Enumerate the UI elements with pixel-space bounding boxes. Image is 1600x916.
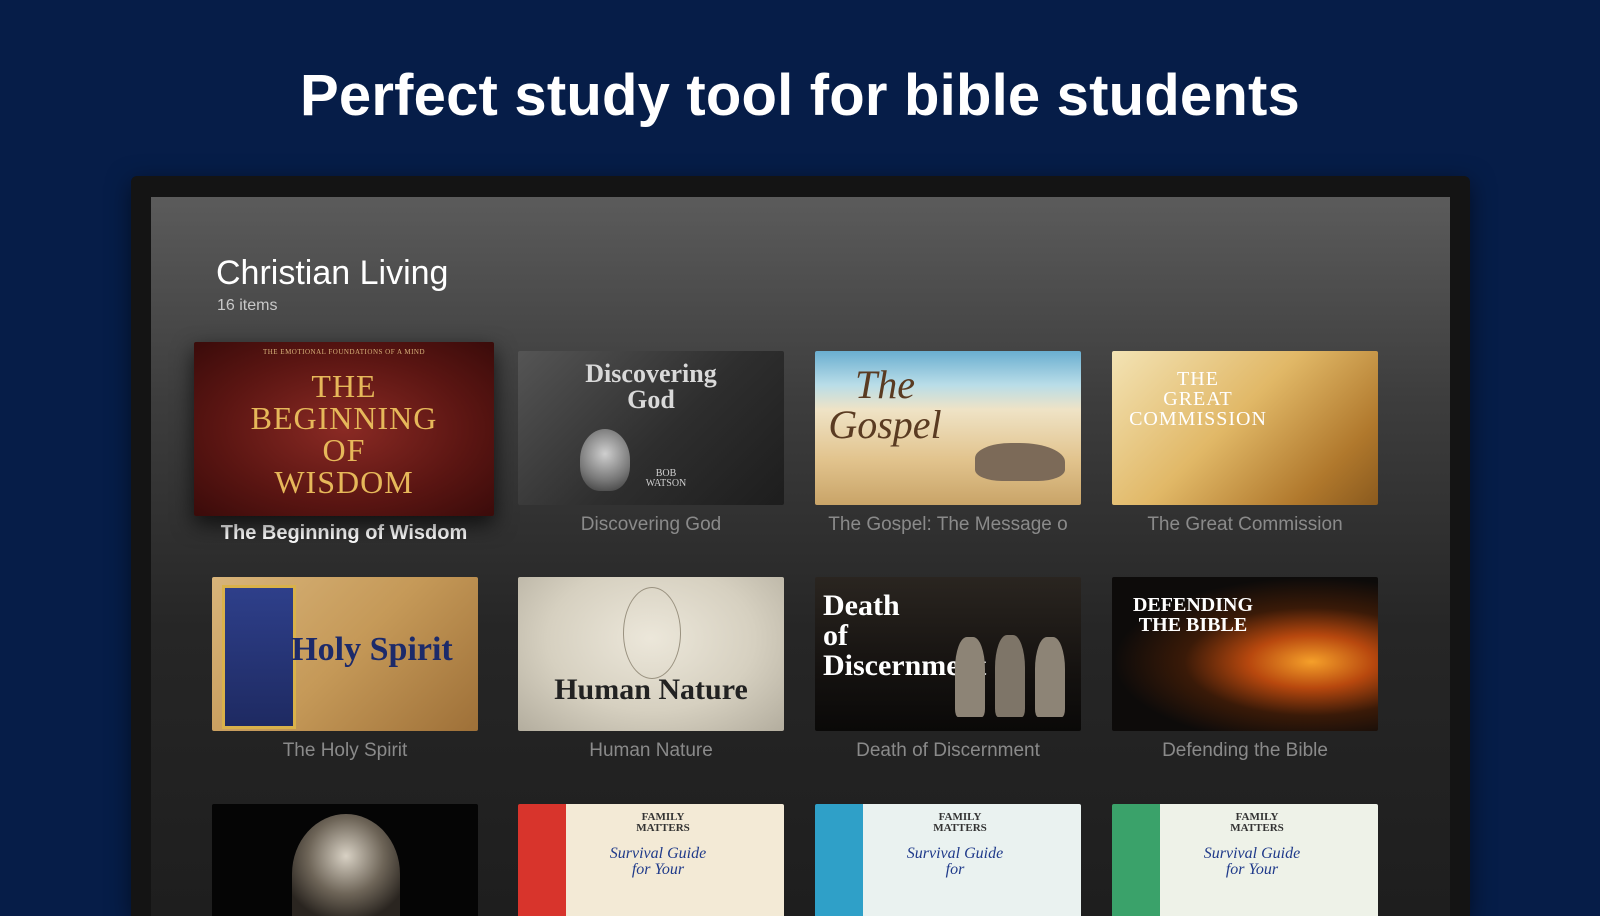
thumbnail-subtitle: Survival Guide for Your [609,845,707,878]
video-card-label: The Great Commission [1147,514,1343,535]
thumbnail-subtitle: BOB WATSON [645,468,687,489]
thumbnail-title: THE GREAT COMMISSION [1129,368,1267,430]
video-card-family-matters-3[interactable]: FAMILY MATTERS Survival Guide for Your [1112,804,1378,916]
video-card-great-commission[interactable]: THE GREAT COMMISSION The Great Commissio… [1112,351,1378,536]
figure-image [955,637,985,717]
video-thumbnail: Human Nature [518,577,784,731]
video-thumbnail: FAMILY MATTERS Survival Guide for Your [1112,804,1378,916]
video-card-label: The Holy Spirit [282,740,408,761]
video-thumbnail: THE GREAT COMMISSION [1112,351,1378,505]
video-card-holy-spirit[interactable]: Holy Spirit The Holy Spirit [212,577,478,762]
sandals-image [975,443,1065,481]
video-thumbnail: DEFENDING THE BIBLE [1112,577,1378,731]
video-thumbnail: THE EMOTIONAL FOUNDATIONS OF A MIND THE … [194,342,494,516]
video-card-label: Death of Discernment [856,740,1040,761]
thumbnail-title: The Gospel [828,362,942,447]
thumbnail-title: DEFENDING THE BIBLE [1132,594,1253,636]
tv-screen: Christian Living 16 items THE EMOTIONAL … [151,197,1450,916]
thumbnail-title: FAMILY MATTERS [933,811,987,834]
thumbnail-title: THE BEGINNING OF WISDOM [250,368,438,500]
video-card-family-matters-1[interactable]: FAMILY MATTERS Survival Guide for Your [518,804,784,916]
video-thumbnail: The Gospel [815,351,1081,505]
video-card-human-nature[interactable]: Human Nature Human Nature [518,577,784,762]
video-card-row3-1[interactable] [212,804,478,916]
figure-image [995,635,1025,717]
video-card-label: The Beginning of Wisdom [220,522,468,544]
video-thumbnail: Holy Spirit [212,577,478,731]
thumbnail-title: Holy Spirit [291,631,453,668]
thumbnail-title: FAMILY MATTERS [1230,811,1284,834]
thumbnail-title: Discovering God [585,359,717,414]
thumbnail-title: Death of Discernment [823,589,987,682]
icon-image [292,814,400,916]
video-card-label: The Gospel: The Message o [828,514,1068,535]
video-card-label: Discovering God [580,514,722,535]
video-thumbnail [212,804,478,916]
category-title: Christian Living [216,254,449,292]
video-thumbnail: Death of Discernment [815,577,1081,731]
figure-image [1035,637,1065,717]
video-card-the-gospel[interactable]: The Gospel The Gospel: The Message o [815,351,1081,536]
video-thumbnail: FAMILY MATTERS Survival Guide for Your [518,804,784,916]
video-card-death-of-discernment[interactable]: Death of Discernment Death of Discernmen… [815,577,1081,762]
portrait-image [580,429,630,491]
video-card-discovering-god[interactable]: Discovering God BOB WATSON Discovering G… [518,351,784,536]
thumbnail-subtitle: Survival Guide for [906,845,1004,878]
video-card-label: Defending the Bible [1162,740,1328,761]
thumbnail-title: Human Nature [554,673,748,706]
video-card-beginning-of-wisdom[interactable]: THE EMOTIONAL FOUNDATIONS OF A MIND THE … [194,342,494,545]
vitruvian-figure [623,587,681,679]
thumbnail-title: FAMILY MATTERS [636,811,690,834]
thumbnail-subtitle: THE EMOTIONAL FOUNDATIONS OF A MIND [262,348,426,356]
tv-frame: Christian Living 16 items THE EMOTIONAL … [131,176,1470,916]
category-item-count: 16 items [217,297,278,314]
video-thumbnail: Discovering God BOB WATSON [518,351,784,505]
video-thumbnail: FAMILY MATTERS Survival Guide for [815,804,1081,916]
promo-headline: Perfect study tool for bible students [300,63,1300,128]
video-card-label: Human Nature [589,740,713,761]
video-card-family-matters-2[interactable]: FAMILY MATTERS Survival Guide for [815,804,1081,916]
thumbnail-subtitle: Survival Guide for Your [1203,845,1301,878]
video-card-defending-the-bible[interactable]: DEFENDING THE BIBLE Defending the Bible [1112,577,1378,762]
